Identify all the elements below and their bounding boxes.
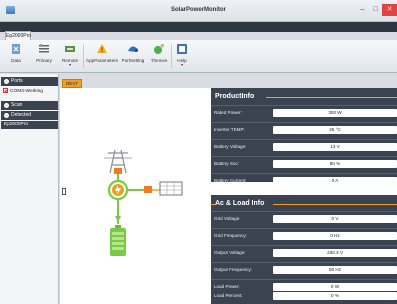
info-row: Output Frequency: 50 Hz [211, 262, 397, 277]
data-icon [12, 44, 20, 54]
app-parameters-button[interactable]: AppParameters [86, 43, 118, 69]
warning-icon [97, 44, 107, 53]
primary-button[interactable]: Primary [31, 43, 57, 69]
sidebar-header-ports[interactable]: − Ports [1, 77, 58, 86]
info-row: Inverter TEMP: 26 °C [211, 122, 397, 137]
port-item-com3[interactable]: COM3-Working [3, 88, 43, 96]
title-bar: SolarPowerMonitor – □ ✕ [0, 0, 397, 22]
data-button[interactable]: Data [5, 43, 27, 69]
remote-icon [65, 46, 75, 52]
help-icon [177, 44, 187, 54]
info-row: Rated Power: 300 W [211, 105, 397, 120]
help-button[interactable]: Help ▾ [174, 43, 190, 69]
info-row: Battery Current: 0 A [211, 173, 397, 188]
port-setting-icon [128, 46, 138, 52]
primary-icon [39, 44, 49, 53]
collapse-icon: − [4, 79, 9, 84]
close-button[interactable]: ✕ [382, 4, 397, 16]
product-info-title: ProductInfo [211, 91, 397, 103]
info-row: Output Voltage: 230.3 V [211, 245, 397, 260]
ac-load-info-title: Ac & Load Info [211, 198, 397, 210]
collapse-icon: − [4, 113, 9, 118]
energy-flow-diagram [104, 149, 183, 256]
maximize-button[interactable]: □ [369, 4, 382, 16]
ribbon-separator [171, 44, 172, 68]
info-row: Battery Soc: 80 % [211, 156, 397, 171]
title-underline [266, 97, 397, 98]
info-row: Grid Frequency: 0 Hz [211, 228, 397, 243]
port-checkbox[interactable] [3, 88, 8, 93]
window-title: SolarPowerMonitor [170, 7, 226, 13]
info-row: Load Percent: 0 % [211, 290, 397, 304]
collapse-icon: − [4, 103, 9, 108]
info-row: Grid Voltage: 0 V [211, 211, 397, 226]
themes-button[interactable]: Themes [148, 43, 170, 69]
solar-panel-icon [159, 181, 183, 196]
port-setting-button[interactable]: PortSetting [119, 43, 147, 69]
title-underline [273, 204, 397, 205]
device-item-ep2000pro[interactable]: Ep2000Pro [1, 121, 58, 129]
remote-button[interactable]: Remote ▾ [59, 43, 81, 69]
tab-dev7[interactable]: DEV7 [62, 79, 82, 88]
info-row: Battery Voltage: 13 V [211, 139, 397, 154]
help-dropdown-icon: ▾ [180, 62, 183, 67]
minimize-button[interactable]: – [356, 4, 369, 16]
themes-icon [154, 44, 164, 54]
collapse-handle-icon[interactable] [62, 188, 66, 195]
sidebar-header-scan[interactable]: − Scan [1, 101, 58, 110]
pv-connector-icon [144, 186, 152, 193]
remote-dropdown-icon: ▾ [68, 62, 71, 67]
ribbon-tab-strip [0, 22, 397, 32]
title-underline [211, 204, 215, 205]
sidebar: − Ports COM3-Working − Scan − Detected E… [0, 74, 59, 304]
battery-icon [110, 225, 126, 256]
sidebar-header-detected[interactable]: − Detected [1, 111, 58, 120]
grid-connector-icon [114, 168, 122, 174]
ribbon-separator [83, 44, 84, 68]
